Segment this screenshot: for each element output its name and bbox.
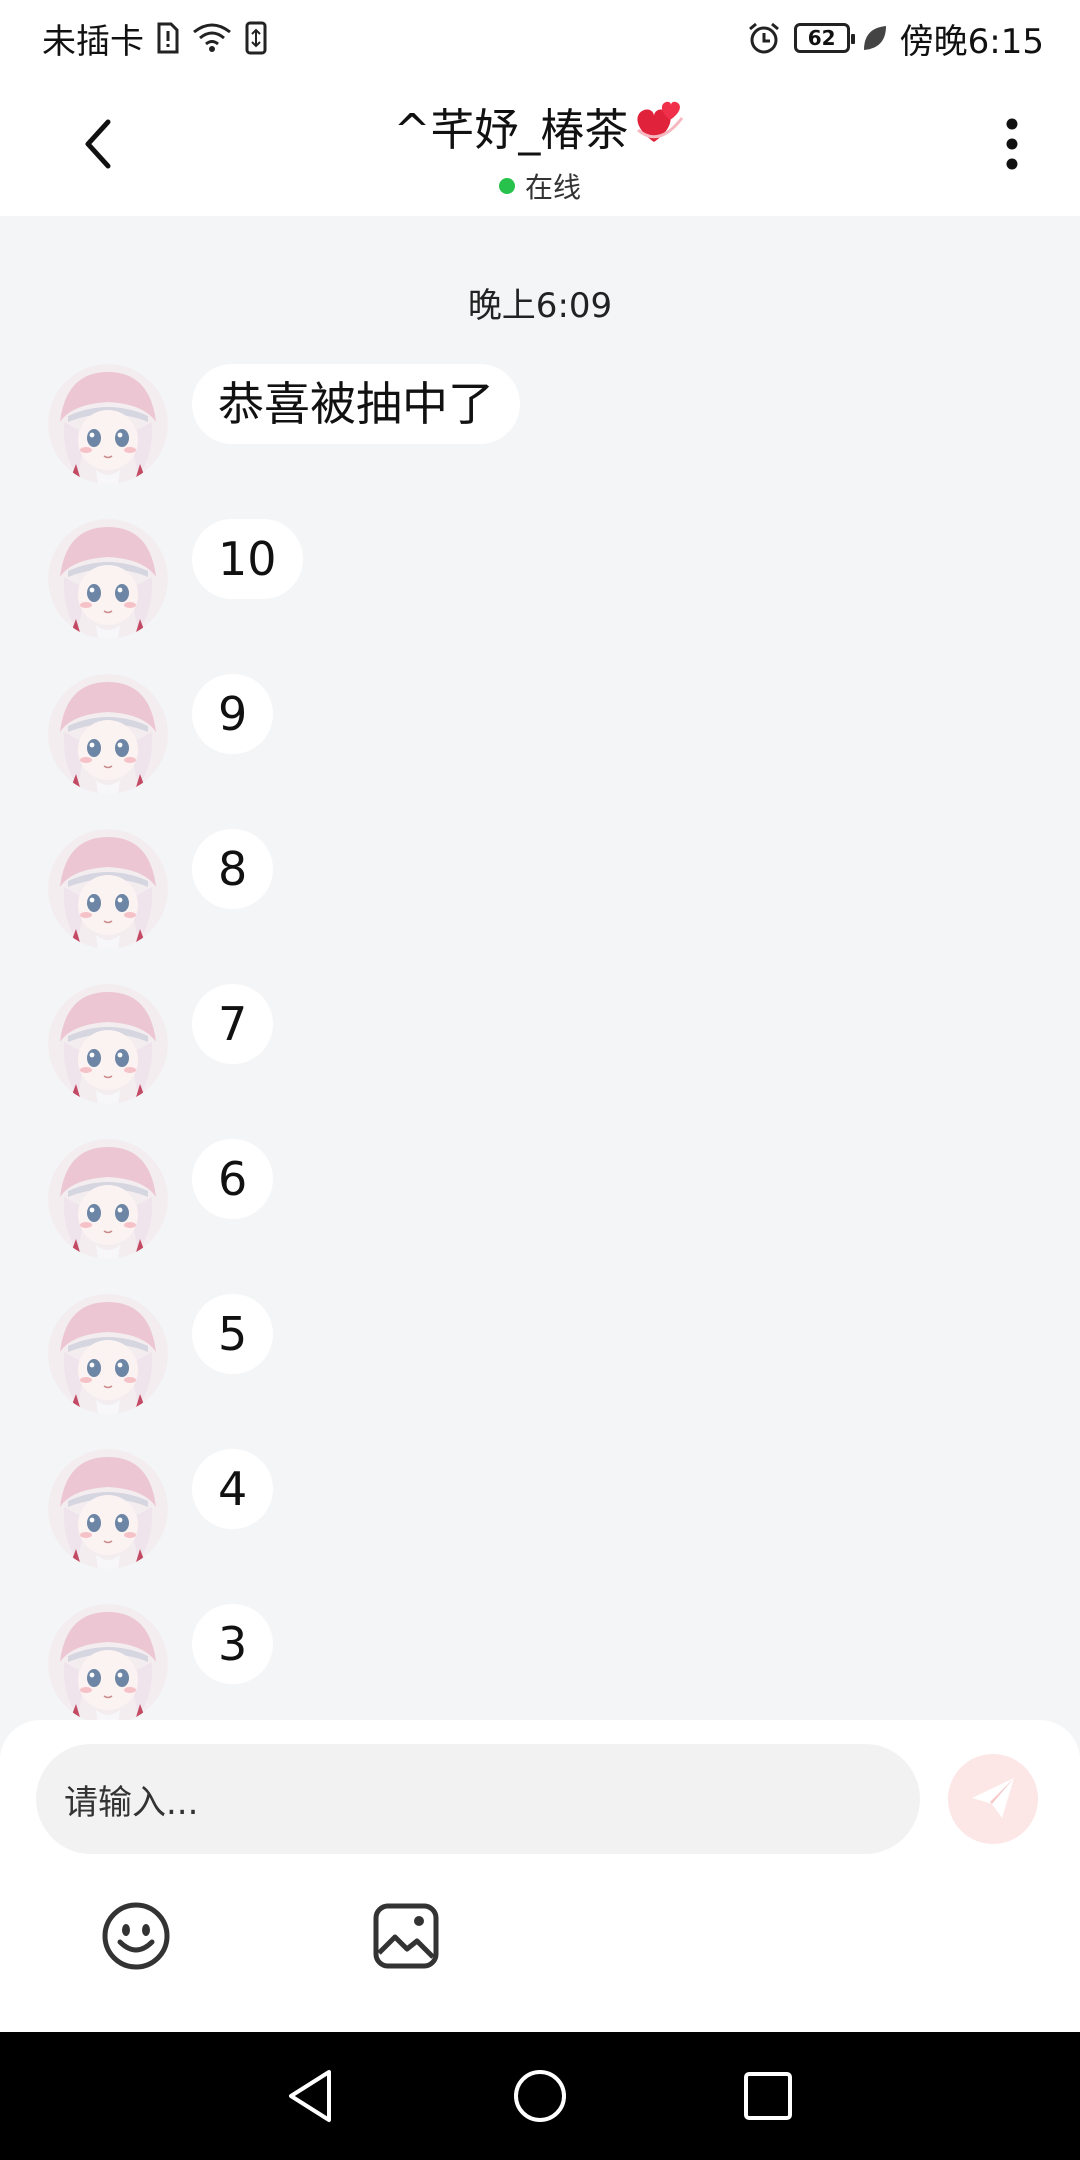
message-bubble[interactable]: 6 [192, 1139, 274, 1219]
image-button[interactable] [366, 1896, 446, 1976]
wifi-icon [192, 22, 232, 54]
message-row: 5 [48, 1294, 274, 1414]
image-icon [373, 1903, 439, 1969]
triangle-back-icon [289, 2070, 331, 2122]
heart-emoji [632, 96, 686, 157]
message-bubble[interactable]: 9 [192, 674, 274, 754]
message-bubble[interactable]: 10 [192, 519, 303, 599]
sim-alert-icon [156, 22, 180, 54]
message-input[interactable]: 请输入... [36, 1744, 920, 1854]
contact-info: ^芊妤_椿茶 在线 [0, 94, 1080, 206]
message-bubble[interactable]: 7 [192, 984, 274, 1064]
clock-text: 傍晚6:15 [899, 21, 1044, 62]
carrier-text: 未插卡 [42, 21, 144, 62]
hearts-icon [637, 101, 684, 142]
nav-home-button[interactable] [510, 2066, 570, 2126]
status-right: 62 傍晚6:15 [746, 14, 1044, 63]
send-icon [972, 1778, 1014, 1818]
message-row: 9 [48, 674, 274, 794]
square-recents-icon [744, 2072, 792, 2120]
emoji-button[interactable] [96, 1896, 176, 1976]
message-row: 8 [48, 829, 274, 949]
message-bubble[interactable]: 5 [192, 1294, 274, 1374]
status-bar: 未插卡 62 傍晚6:15 [0, 0, 1080, 76]
contact-name: ^芊妤_椿茶 [393, 105, 629, 156]
avatar[interactable] [48, 1294, 168, 1414]
battery-indicator: 62 [793, 23, 855, 53]
online-status: 在线 [0, 166, 1080, 206]
nav-recents-button[interactable] [738, 2066, 798, 2126]
message-bubble[interactable]: 恭喜被抽中了 [192, 364, 520, 444]
avatar[interactable] [48, 364, 168, 484]
alarm-icon [746, 20, 782, 56]
message-row: 7 [48, 984, 274, 1104]
nav-back-button[interactable] [280, 2066, 340, 2126]
avatar[interactable] [48, 829, 168, 949]
battery-level: 62 [807, 26, 836, 50]
message-bubble[interactable]: 8 [192, 829, 274, 909]
emoji-icon [102, 1902, 170, 1970]
chat-header: ^芊妤_椿茶 在线 [0, 76, 1080, 216]
message-bubble[interactable]: 3 [192, 1604, 274, 1684]
message-row: 10 [48, 519, 303, 639]
avatar[interactable] [48, 674, 168, 794]
avatar[interactable] [48, 519, 168, 639]
more-vertical-icon [1006, 118, 1018, 170]
avatar[interactable] [48, 1604, 168, 1720]
send-button[interactable] [948, 1754, 1038, 1844]
message-row: 3 [48, 1604, 274, 1720]
message-row: 恭喜被抽中了 [48, 364, 520, 484]
online-dot [498, 178, 515, 194]
avatar[interactable] [48, 984, 168, 1104]
circle-home-icon [514, 2070, 566, 2122]
message-list[interactable]: 晚上6:09 恭喜被抽中了 10 9 8 7 6 5 4 3 [0, 216, 1080, 1720]
avatar[interactable] [48, 1139, 168, 1259]
status-left: 未插卡 [42, 14, 268, 63]
system-nav-bar [0, 2032, 1080, 2160]
avatar[interactable] [48, 1449, 168, 1569]
data-transfer-icon [244, 21, 268, 55]
message-row: 4 [48, 1449, 274, 1569]
message-row: 6 [48, 1139, 274, 1259]
more-options-button[interactable] [984, 106, 1040, 182]
message-timestamp: 晚上6:09 [467, 286, 613, 326]
message-bubble[interactable]: 4 [192, 1449, 274, 1529]
message-input-placeholder: 请输入... [64, 1782, 199, 1823]
leaf-icon [862, 24, 888, 52]
online-label: 在线 [524, 171, 581, 204]
composer: 请输入... [0, 1720, 1080, 2032]
